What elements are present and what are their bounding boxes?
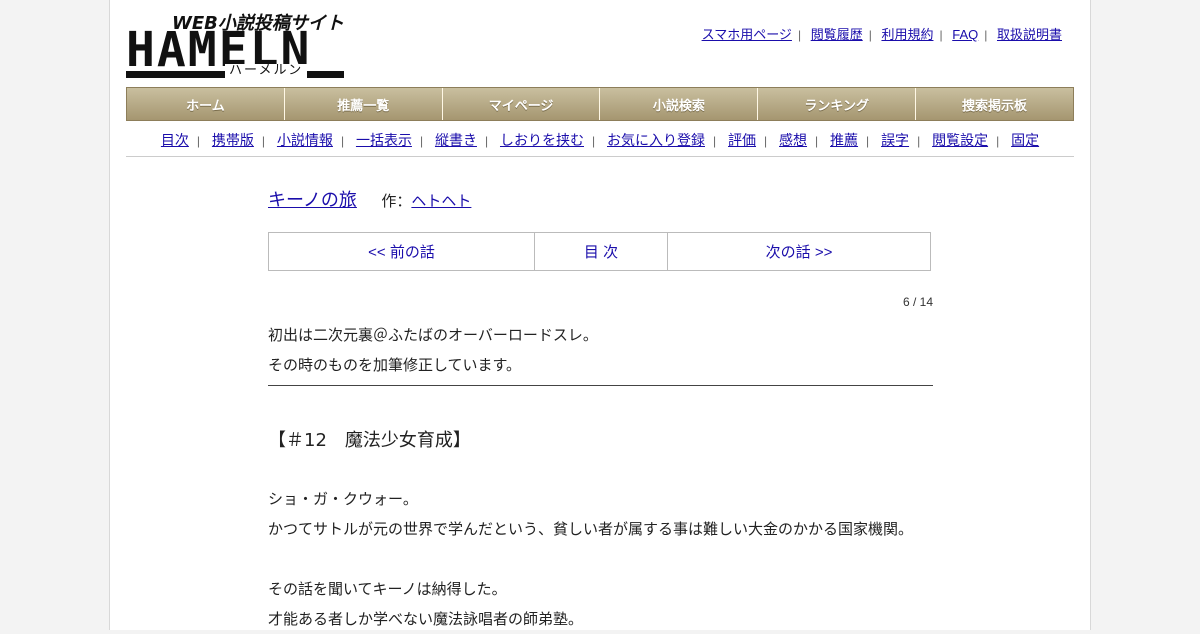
sub-nav: 目次 | 携帯版 | 小説情報 | 一括表示 | 縦書き | しおりを挟む | お気に入り登… [126, 130, 1074, 150]
separator: | [196, 134, 201, 148]
nav-ranking[interactable]: ランキング [758, 88, 917, 120]
separator: | [868, 28, 872, 42]
separator: | [996, 134, 1000, 148]
prev-chapter-link[interactable]: << 前の話 [269, 233, 535, 270]
main-nav: ホーム 推薦一覧 マイページ 小説検索 ランキング 捜索掲示板 [126, 87, 1074, 121]
subnav-show-all[interactable]: 一括表示 [356, 132, 412, 148]
separator: | [261, 134, 266, 148]
divider [126, 156, 1074, 157]
separator: | [917, 134, 921, 148]
subnav-bookmark[interactable]: しおりを挟む [500, 132, 584, 148]
top-link-history[interactable]: 閲覧履歴 [811, 27, 863, 42]
subnav-typo[interactable]: 誤字 [881, 132, 909, 148]
subnav-novel-info[interactable]: 小説情報 [277, 132, 333, 148]
author-link[interactable]: ヘトヘト [411, 193, 471, 210]
page-number: 6 / 14 [902, 295, 933, 309]
nav-novel-search[interactable]: 小説検索 [600, 88, 759, 120]
nav-recommendations[interactable]: 推薦一覧 [284, 88, 443, 120]
preface: 初出は二次元裏＠ふたばのオーバーロードスレ。 その時のものを加筆修正しています。 [268, 320, 598, 380]
top-links: スマホ用ページ | 閲覧履歴 | 利用規約 | FAQ | 取扱説明書 [702, 24, 1062, 43]
top-link-manual[interactable]: 取扱説明書 [997, 27, 1062, 42]
preface-line: その時のものを加筆修正しています。 [268, 356, 522, 374]
toc-link[interactable]: 目 次 [535, 233, 668, 270]
subnav-favorite[interactable]: お気に入り登録 [607, 132, 705, 148]
top-link-terms[interactable]: 利用規約 [881, 27, 933, 42]
separator: | [484, 134, 489, 148]
title-row: キーノの旅 作：ヘトヘト [268, 186, 471, 212]
nav-mypage[interactable]: マイページ [442, 88, 601, 120]
author-prefix: 作： [381, 193, 412, 210]
body-line: かつてサトルが元の世界で学んだという、貧しい者が属する事は難しい大金のかかる国家… [268, 520, 914, 538]
preface-divider [268, 385, 933, 386]
chapter-body: ショ・ガ・クウォー。 かつてサトルが元の世界で学んだという、貧しい者が属する事は… [268, 484, 913, 634]
separator: | [419, 134, 424, 148]
separator: | [866, 134, 870, 148]
nav-search-board[interactable]: 捜索掲示板 [916, 88, 1073, 120]
chapter-title: 【＃12 魔法少女育成】 [268, 430, 471, 451]
body-line: その話を聞いてキーノは納得した。 [268, 580, 507, 598]
logo-kana: ハーメルン [225, 64, 308, 78]
novel-title-link[interactable]: キーノの旅 [268, 190, 357, 210]
separator: | [713, 134, 717, 148]
separator: | [984, 28, 988, 42]
page-container: WEB小説投稿サイト HAMELN ハーメルン スマホ用ページ | 閲覧履歴 | 利… [109, 0, 1091, 630]
separator: | [797, 28, 802, 42]
subnav-pin[interactable]: 固定 [1011, 132, 1039, 148]
separator: | [764, 134, 768, 148]
separator: | [591, 134, 596, 148]
chapter-pager: << 前の話 目 次 次の話 >> [268, 232, 931, 271]
subnav-vertical[interactable]: 縦書き [435, 132, 477, 148]
preface-line: 初出は二次元裏＠ふたばのオーバーロードスレ。 [268, 326, 598, 344]
subnav-recommend[interactable]: 推薦 [830, 132, 858, 148]
top-link-faq[interactable]: FAQ [952, 27, 978, 42]
subnav-review[interactable]: 感想 [779, 132, 807, 148]
top-link-smartphone[interactable]: スマホ用ページ [702, 27, 792, 42]
separator: | [340, 134, 345, 148]
next-chapter-link[interactable]: 次の話 >> [668, 233, 930, 270]
site-logo[interactable]: WEB小説投稿サイト HAMELN ハーメルン [126, 10, 346, 80]
subnav-rating[interactable]: 評価 [728, 132, 756, 148]
subnav-toc[interactable]: 目次 [161, 132, 189, 148]
subnav-mobile[interactable]: 携帯版 [212, 132, 254, 148]
subnav-reading-settings[interactable]: 閲覧設定 [932, 132, 988, 148]
body-line [268, 544, 913, 574]
separator: | [815, 134, 819, 148]
nav-home[interactable]: ホーム [127, 88, 285, 120]
body-line: ショ・ガ・クウォー。 [268, 490, 418, 508]
separator: | [939, 28, 943, 42]
